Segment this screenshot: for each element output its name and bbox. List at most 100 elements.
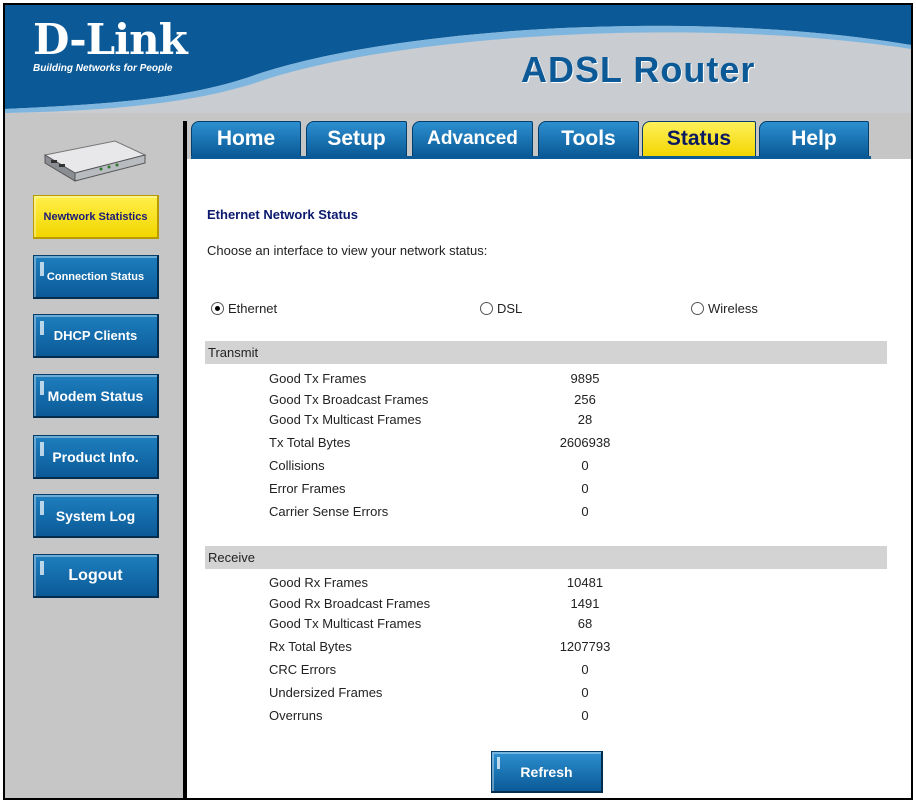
- tab-label: Advanced: [427, 128, 518, 149]
- tab-label: Home: [216, 127, 276, 150]
- stat-label: Overruns: [269, 708, 323, 723]
- radio-wireless[interactable]: Wireless: [691, 301, 758, 316]
- table-row: Good Rx Broadcast Frames 1491: [187, 593, 887, 615]
- stat-value: 1491: [570, 596, 600, 611]
- stat-value: 256: [574, 392, 596, 407]
- transmit-section-header: Transmit: [205, 341, 887, 364]
- instruction-text: Choose an interface to view your network…: [207, 243, 488, 258]
- radio-label: DSL: [497, 301, 523, 316]
- sidebar-item-modem-status[interactable]: Modem Status: [33, 374, 159, 418]
- sidebar-item-label: Newtwork Statistics: [43, 210, 148, 223]
- button-notch: [497, 757, 500, 769]
- stat-label: Tx Total Bytes: [269, 435, 351, 450]
- stat-value: 10481: [566, 575, 604, 590]
- table-row: Good Tx Broadcast Frames 256: [187, 389, 887, 411]
- table-row: Tx Total Bytes 2606938: [187, 432, 887, 454]
- table-row: Carrier Sense Errors 0: [187, 501, 887, 523]
- tab-label: Setup: [327, 127, 386, 150]
- tab-advanced[interactable]: Advanced: [412, 121, 533, 157]
- stat-label: Good Tx Multicast Frames: [269, 616, 422, 631]
- table-row: Good Tx Multicast Frames 28: [187, 409, 887, 431]
- refresh-label: Refresh: [520, 763, 573, 780]
- sidebar-item-logout[interactable]: Logout: [33, 554, 159, 598]
- button-notch: [40, 262, 44, 276]
- button-notch: [40, 442, 44, 456]
- sidebar-item-system-log[interactable]: System Log: [33, 494, 159, 538]
- tab-help[interactable]: Help: [759, 121, 869, 157]
- table-row: Overruns 0: [187, 705, 887, 727]
- stat-label: Collisions: [269, 458, 325, 473]
- table-row: Good Tx Multicast Frames 68: [187, 613, 887, 635]
- table-row: Rx Total Bytes 1207793: [187, 636, 887, 658]
- sidebar-item-product-info[interactable]: Product Info.: [33, 435, 159, 479]
- stat-value: 2606938: [559, 435, 611, 450]
- stat-value: 0: [581, 708, 589, 723]
- stat-value: 68: [577, 616, 593, 631]
- sidebar-item-label: System Log: [55, 507, 136, 524]
- refresh-button[interactable]: Refresh: [491, 751, 603, 793]
- table-row: Good Tx Frames 9895: [187, 368, 887, 390]
- stat-label: Undersized Frames: [269, 685, 383, 700]
- tab-home[interactable]: Home: [191, 121, 301, 157]
- stat-label: Error Frames: [269, 481, 346, 496]
- stat-value: 0: [581, 504, 589, 519]
- sidebar: Newtwork Statistics Connection Status DH…: [5, 113, 183, 798]
- stat-label: Good Tx Multicast Frames: [269, 412, 422, 427]
- table-row: Error Frames 0: [187, 478, 887, 500]
- stat-value: 0: [581, 458, 589, 473]
- tab-label: Tools: [561, 127, 616, 150]
- button-notch: [40, 561, 44, 575]
- table-row: Collisions 0: [187, 455, 887, 477]
- tab-label: Status: [666, 127, 732, 150]
- tab-tools[interactable]: Tools: [538, 121, 639, 157]
- stat-value: 0: [581, 685, 589, 700]
- radio-unselected-icon: [480, 302, 493, 315]
- receive-section-header: Receive: [205, 546, 887, 569]
- tab-status[interactable]: Status: [642, 121, 756, 157]
- sidebar-item-label: Connection Status: [46, 270, 145, 283]
- tab-label: Help: [791, 127, 837, 150]
- header-banner: D-Link Building Networks for People ADSL…: [5, 5, 911, 113]
- stat-label: Good Tx Frames: [269, 371, 367, 386]
- router-device-icon: [43, 140, 147, 182]
- radio-label: Ethernet: [228, 301, 278, 316]
- stat-label: Good Tx Broadcast Frames: [269, 392, 429, 407]
- tab-setup[interactable]: Setup: [306, 121, 407, 157]
- brand-tagline: Building Networks for People: [33, 63, 173, 74]
- sidebar-item-label: DHCP Clients: [53, 328, 138, 343]
- router-admin-window: D-Link Building Networks for People ADSL…: [3, 3, 913, 800]
- button-notch: [40, 501, 44, 515]
- main-content: Ethernet Network Status Choose an interf…: [187, 159, 911, 798]
- sidebar-item-connection-status[interactable]: Connection Status: [33, 255, 159, 299]
- radio-unselected-icon: [691, 302, 704, 315]
- stat-value: 0: [581, 662, 589, 677]
- stat-label: Carrier Sense Errors: [269, 504, 389, 519]
- button-notch: [40, 321, 44, 335]
- main-tabs: Home Setup Advanced Tools Status Help: [191, 121, 871, 159]
- stat-label: CRC Errors: [269, 662, 337, 677]
- radio-label: Wireless: [708, 301, 758, 316]
- dlink-logo: D-Link Building Networks for People: [33, 15, 188, 75]
- button-notch: [40, 381, 44, 395]
- stat-label: Rx Total Bytes: [269, 639, 352, 654]
- table-row: Good Rx Frames 10481: [187, 572, 887, 594]
- sidebar-item-label: Product Info.: [52, 448, 139, 465]
- stat-value: 1207793: [559, 639, 611, 654]
- sidebar-item-label: Modem Status: [47, 387, 144, 404]
- table-row: CRC Errors 0: [187, 659, 887, 681]
- stat-value: 0: [581, 481, 589, 496]
- product-title: ADSL Router: [521, 49, 756, 90]
- stat-value: 9895: [570, 371, 600, 386]
- radio-selected-icon: [211, 302, 224, 315]
- sidebar-item-label: Logout: [68, 566, 123, 584]
- radio-ethernet[interactable]: Ethernet: [211, 301, 277, 316]
- page-title: Ethernet Network Status: [207, 207, 358, 222]
- stat-label: Good Rx Frames: [269, 575, 368, 590]
- stat-value: 28: [577, 412, 593, 427]
- sidebar-item-dhcp-clients[interactable]: DHCP Clients: [33, 314, 159, 358]
- brand-name: D-Link: [33, 15, 188, 64]
- radio-dsl[interactable]: DSL: [480, 301, 522, 316]
- sidebar-item-network-statistics[interactable]: Newtwork Statistics: [33, 195, 159, 239]
- stat-label: Good Rx Broadcast Frames: [269, 596, 431, 611]
- table-row: Undersized Frames 0: [187, 682, 887, 704]
